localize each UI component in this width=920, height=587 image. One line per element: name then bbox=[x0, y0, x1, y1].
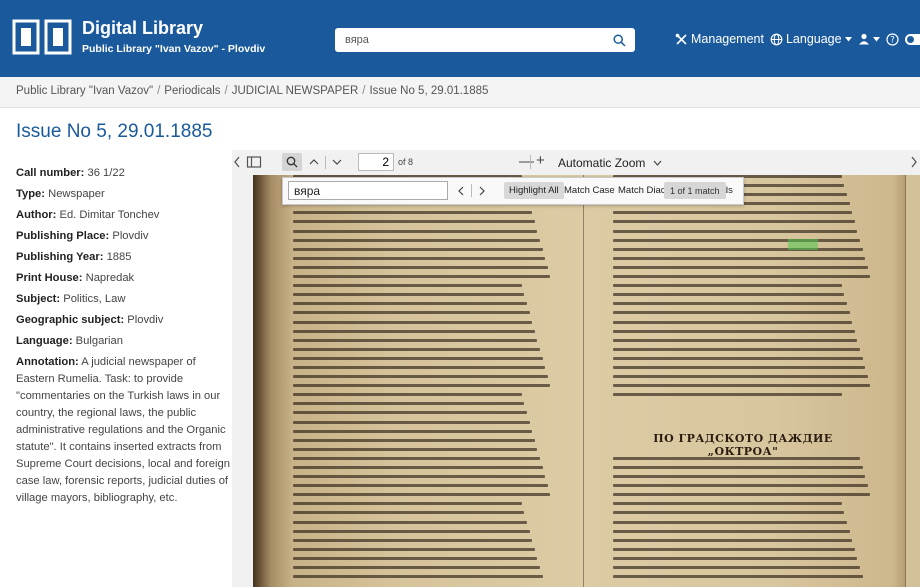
search-icon bbox=[612, 33, 626, 47]
pdf-viewer: of 8 — + Automatic Zoom ПО ГРАДСКОТО ДАЖ… bbox=[232, 150, 920, 587]
meta-type: Type: Newspaper bbox=[16, 188, 105, 200]
metadata-panel: Call number: 36 1/22 Type: Newspaper Aut… bbox=[16, 165, 231, 511]
user-menu[interactable] bbox=[858, 33, 880, 45]
library-logo-icon[interactable] bbox=[12, 19, 72, 55]
newspaper-scan-image: ПО ГРАДСКОТО ДАЖДИЕ „ОКТРОА" bbox=[253, 175, 905, 587]
search-button[interactable] bbox=[607, 30, 631, 50]
zoom-select[interactable]: Automatic Zoom bbox=[552, 153, 666, 172]
chevron-left-icon[interactable] bbox=[232, 155, 242, 169]
breadcrumb-periodicals[interactable]: Periodicals bbox=[164, 85, 220, 97]
page-number-input[interactable] bbox=[358, 153, 394, 171]
find-button[interactable] bbox=[282, 153, 302, 171]
chevron-up-icon bbox=[309, 159, 319, 165]
help-button[interactable]: ? bbox=[885, 32, 899, 46]
breadcrumb-current: Issue No 5, 29.01.1885 bbox=[369, 85, 489, 97]
breadcrumb-library[interactable]: Public Library "Ivan Vazov" bbox=[16, 85, 153, 97]
text-column-right bbox=[613, 175, 873, 584]
tools-icon bbox=[675, 33, 687, 45]
meta-geographic-subject: Geographic subject: Plovdiv bbox=[16, 314, 164, 326]
site-subtitle: Public Library "Ivan Vazov" - Plovdiv bbox=[82, 43, 266, 55]
user-icon bbox=[858, 33, 869, 45]
help-icon: ? bbox=[885, 32, 899, 46]
zoom-in-button[interactable]: + bbox=[536, 152, 545, 169]
meta-publishing-year: Publishing Year: 1885 bbox=[16, 251, 132, 263]
meta-subject: Subject: Politics, Law bbox=[16, 293, 126, 305]
search-input[interactable] bbox=[335, 28, 635, 52]
meta-call-number: Call number: 36 1/22 bbox=[16, 167, 125, 179]
previous-page-button[interactable] bbox=[306, 153, 322, 171]
caret-down-icon bbox=[844, 36, 852, 41]
site-title[interactable]: Digital Library bbox=[82, 18, 203, 39]
find-input[interactable] bbox=[288, 181, 448, 200]
svg-text:?: ? bbox=[890, 35, 895, 45]
meta-publishing-place: Publishing Place: Plovdiv bbox=[16, 230, 149, 242]
language-menu[interactable]: Language bbox=[770, 32, 852, 46]
chevron-right-icon bbox=[479, 186, 485, 195]
next-page-edge bbox=[905, 175, 920, 587]
toolbar-separator bbox=[530, 155, 531, 169]
chevron-down-icon bbox=[653, 160, 662, 166]
breadcrumb: Public Library "Ivan Vazov" / Periodicals /… bbox=[16, 85, 489, 97]
find-previous-button[interactable] bbox=[453, 182, 469, 199]
toolbar-separator bbox=[325, 156, 326, 169]
top-header: Digital Library Public Library "Ivan Vaz… bbox=[0, 0, 920, 77]
breadcrumb-bar: Public Library "Ivan Vazov" / Periodicals /… bbox=[0, 77, 920, 108]
zoom-select-value: Automatic Zoom bbox=[558, 155, 646, 170]
meta-author: Author: Ed. Dimitar Tonchev bbox=[16, 209, 160, 221]
theme-toggle[interactable] bbox=[904, 33, 920, 45]
language-label: Language bbox=[785, 32, 842, 46]
find-bar: Highlight All Match Case Match Diacritic… bbox=[282, 177, 744, 205]
next-page-button[interactable] bbox=[329, 153, 345, 171]
text-column-left bbox=[293, 175, 553, 584]
management-menu[interactable]: Management bbox=[675, 32, 764, 46]
article-headline: ПО ГРАДСКОТО ДАЖДИЕ „ОКТРОА" bbox=[653, 432, 833, 458]
match-count-badge: 1 of 1 match bbox=[664, 182, 726, 199]
document-page-area[interactable]: ПО ГРАДСКОТО ДАЖДИЕ „ОКТРОА" bbox=[253, 175, 920, 587]
chevron-left-icon bbox=[458, 186, 464, 195]
chevron-right-icon[interactable] bbox=[909, 155, 919, 169]
management-label: Management bbox=[691, 32, 764, 46]
meta-annotation: Annotation: A judicial newspaper of East… bbox=[16, 356, 230, 504]
meta-print-house: Print House: Napredak bbox=[16, 272, 135, 284]
sidebar-toggle-icon[interactable] bbox=[246, 155, 262, 169]
caret-down-icon bbox=[872, 36, 880, 41]
match-case-toggle[interactable]: Match Case bbox=[559, 182, 620, 199]
toolbar-separator bbox=[471, 184, 472, 197]
page-title: Issue No 5, 29.01.1885 bbox=[16, 121, 213, 142]
find-next-button[interactable] bbox=[474, 182, 490, 199]
chevron-down-icon bbox=[332, 159, 342, 165]
header-nav: Management Language ? bbox=[675, 26, 920, 52]
highlight-all-toggle[interactable]: Highlight All bbox=[504, 182, 564, 199]
breadcrumb-newspaper[interactable]: JUDICIAL NEWSPAPER bbox=[232, 85, 359, 97]
toggle-switch-icon bbox=[904, 33, 920, 45]
zoom-out-button[interactable]: — bbox=[519, 153, 534, 170]
globe-icon bbox=[770, 33, 783, 45]
search-icon bbox=[286, 156, 298, 168]
search-match-highlight bbox=[788, 239, 818, 250]
meta-language: Language: Bulgarian bbox=[16, 335, 123, 347]
page-count-label: of 8 bbox=[398, 157, 414, 167]
